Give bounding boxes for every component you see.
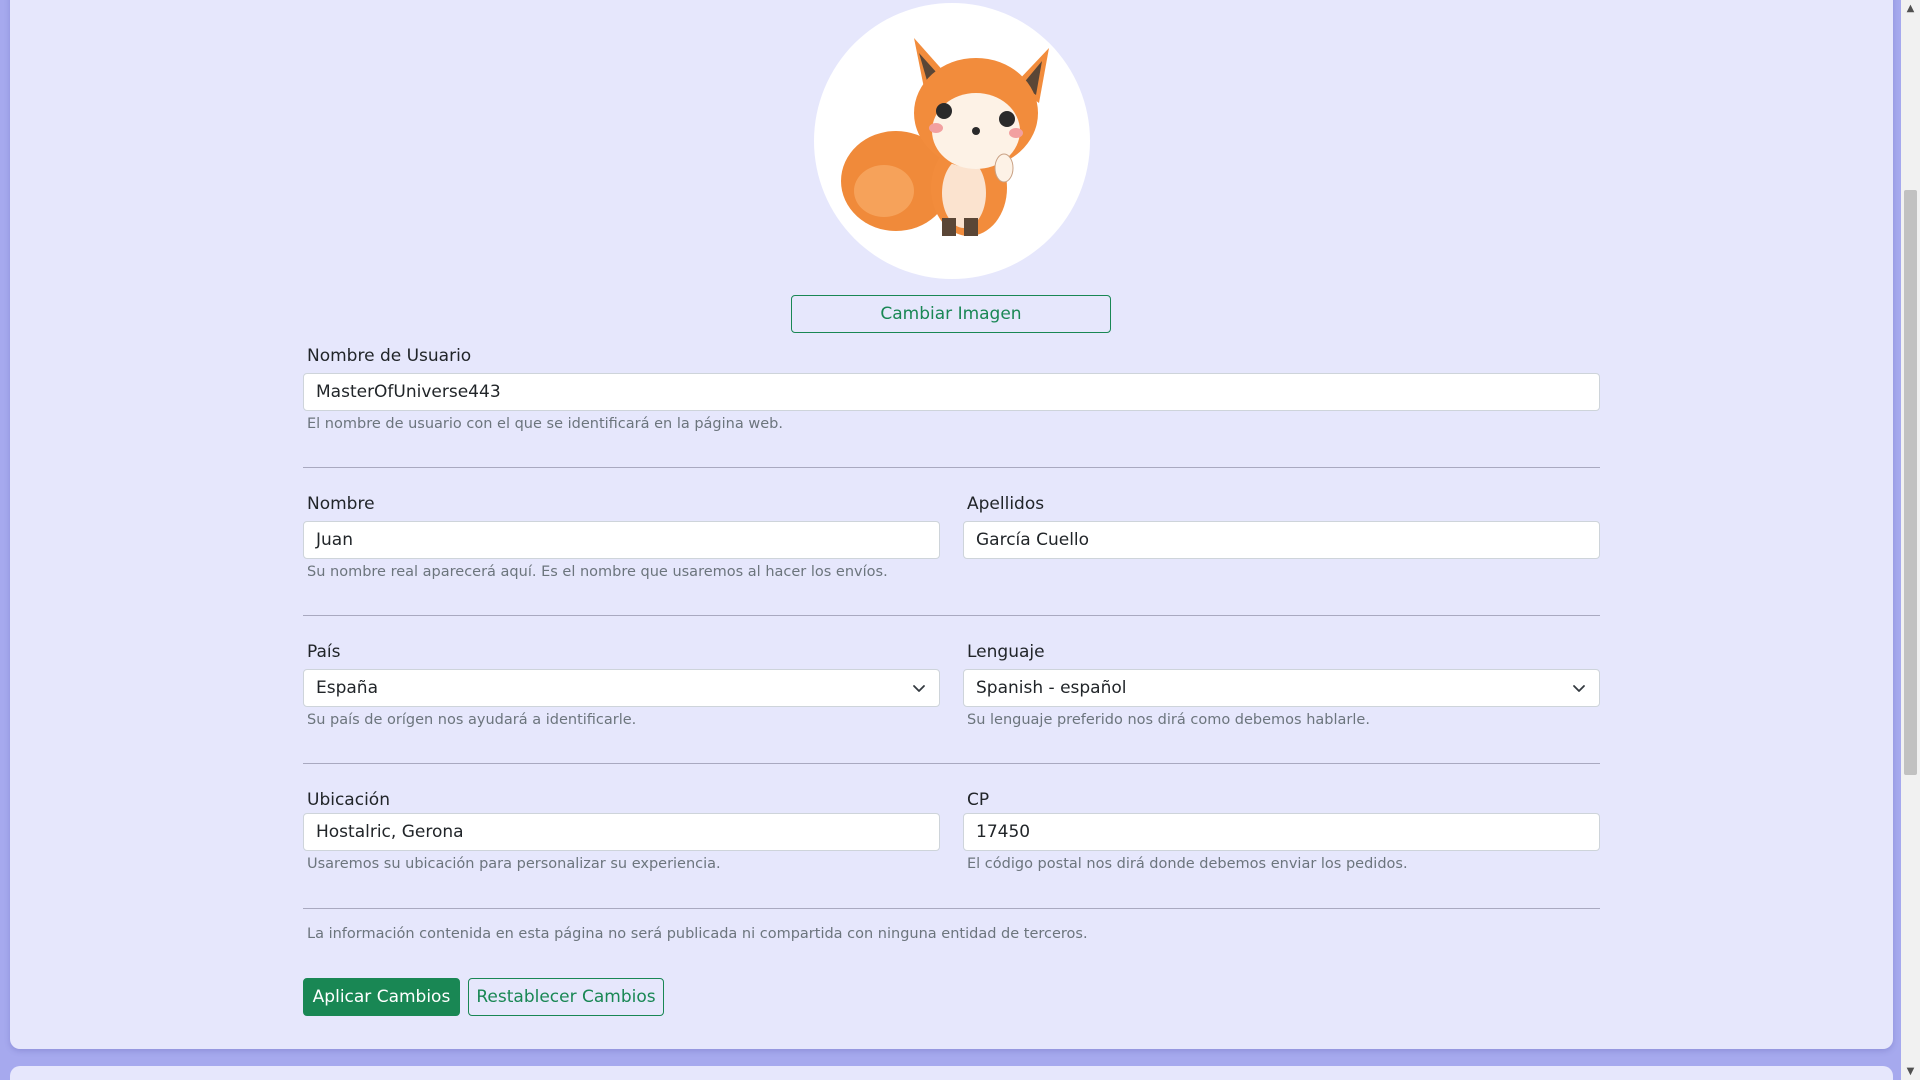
language-select[interactable]: Spanish - español [963,669,1600,707]
postal-code-help: El código postal nos dirá donde debemos … [967,856,1408,872]
location-help: Usaremos su ubicación para personalizar … [307,856,721,872]
privacy-note: La información contenida en esta página … [307,926,1088,942]
divider [303,615,1600,616]
username-input[interactable]: MasterOfUniverse443 [303,373,1600,411]
divider [303,763,1600,764]
scrollbar-thumb[interactable] [1904,190,1917,775]
reset-changes-button[interactable]: Restablecer Cambios [468,978,664,1016]
name-help: Su nombre real aparecerá aquí. Es el nom… [307,564,888,580]
fox-illustration-icon [841,38,1049,236]
scroll-up-icon[interactable]: ▲ [1901,0,1920,17]
name-label: Nombre [307,494,375,514]
surname-input[interactable]: García Cuello [963,521,1600,559]
surname-label: Apellidos [967,494,1045,514]
country-help: Su país de orígen nos ayudará a identifi… [307,712,637,728]
postal-code-label: CP [967,790,990,810]
postal-code-input[interactable]: 17450 [963,813,1600,851]
language-help: Su lenguaje preferido nos dirá como debe… [967,712,1370,728]
language-selected-value: Spanish - español [976,678,1127,698]
chevron-down-icon [913,685,925,692]
page-scrollbar[interactable]: ▲ ▼ [1901,0,1920,1080]
country-selected-value: España [316,678,378,698]
chevron-down-icon [1573,685,1585,692]
profile-avatar [814,3,1090,279]
divider [303,467,1600,468]
location-label: Ubicación [307,790,390,810]
country-select[interactable]: España [303,669,940,707]
country-label: País [307,642,341,662]
next-card [10,1066,1893,1080]
change-image-button[interactable]: Cambiar Imagen [791,295,1111,333]
apply-changes-button[interactable]: Aplicar Cambios [303,978,460,1016]
language-label: Lenguaje [967,642,1045,662]
username-label: Nombre de Usuario [307,346,472,366]
scroll-down-icon[interactable]: ▼ [1901,1063,1920,1080]
divider [303,908,1600,909]
username-help: El nombre de usuario con el que se ident… [307,416,783,432]
location-input[interactable]: Hostalric, Gerona [303,813,940,851]
name-input[interactable]: Juan [303,521,940,559]
